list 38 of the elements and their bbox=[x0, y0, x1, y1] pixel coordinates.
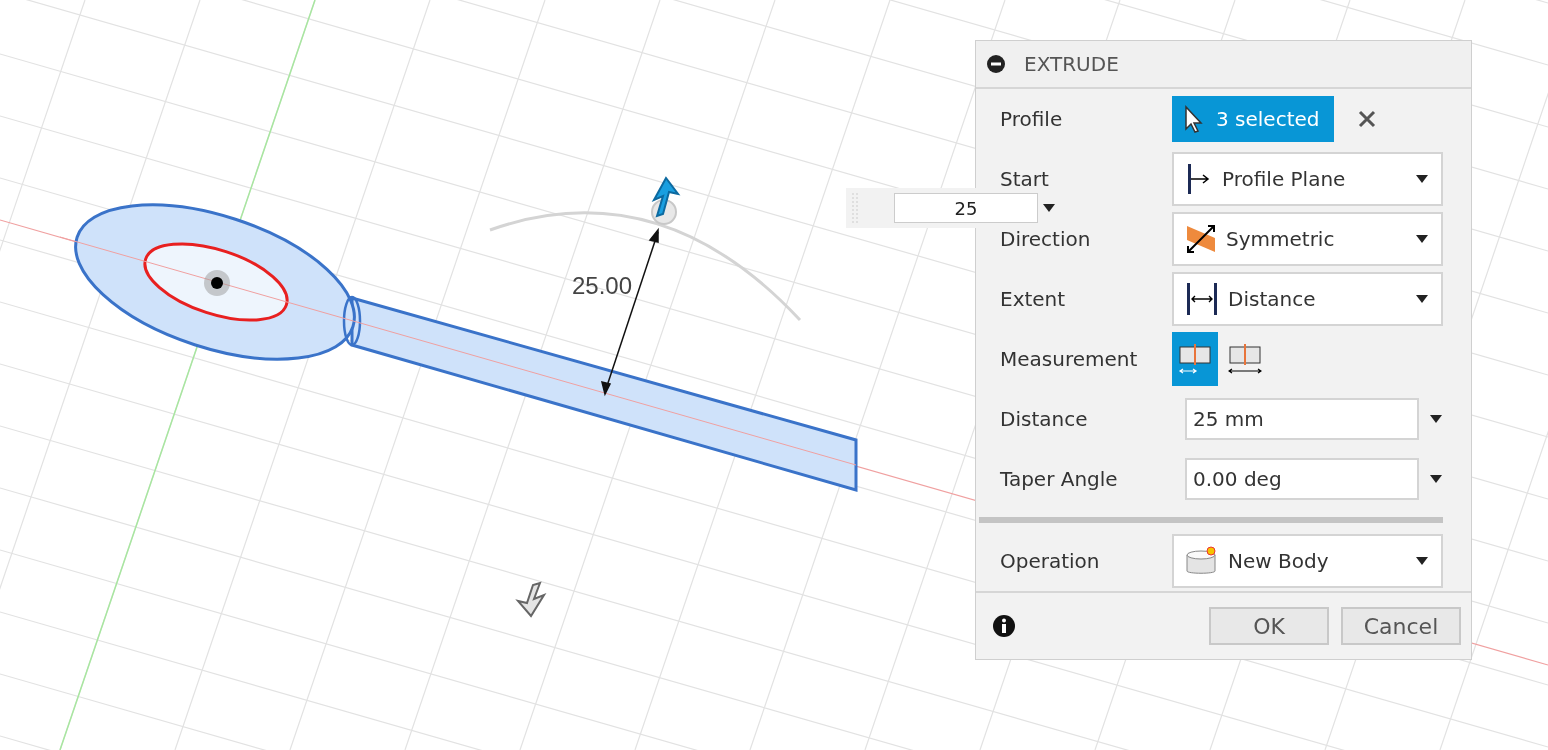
dropdown[interactable]: Distance bbox=[1172, 272, 1443, 326]
dialog-button[interactable]: Cancel bbox=[1341, 607, 1461, 645]
collapse-icon[interactable] bbox=[986, 54, 1006, 74]
field-label: Distance bbox=[999, 407, 1089, 431]
field-label: Taper Angle bbox=[999, 467, 1119, 491]
distance-icon bbox=[1186, 283, 1218, 315]
caret-icon bbox=[1429, 414, 1443, 424]
caret-icon bbox=[1415, 234, 1429, 244]
dropdown[interactable]: Symmetric bbox=[1172, 212, 1443, 266]
start-plane-icon bbox=[1186, 164, 1212, 194]
field-label: Profile bbox=[999, 107, 1064, 131]
field-label: Operation bbox=[999, 549, 1101, 573]
field-label: Measurement bbox=[999, 347, 1139, 371]
cursor-icon bbox=[1184, 105, 1204, 133]
caret-icon bbox=[1415, 294, 1429, 304]
dialog-title: EXTRUDE bbox=[1024, 52, 1119, 76]
caret-icon bbox=[1415, 174, 1429, 184]
info-icon[interactable] bbox=[992, 614, 1016, 638]
arrow-handle-icon[interactable] bbox=[651, 176, 681, 225]
measurement-icon bbox=[1178, 344, 1212, 374]
field-label: Direction bbox=[999, 227, 1092, 251]
input-field[interactable]: 0.00 deg bbox=[1185, 458, 1419, 500]
dimension-label: 25.00 bbox=[572, 272, 633, 300]
input-field[interactable]: 25 mm bbox=[1185, 398, 1419, 440]
input-field[interactable]: 25 bbox=[894, 193, 1038, 223]
cylinder-icon bbox=[1186, 545, 1218, 577]
caret-icon bbox=[1429, 474, 1443, 484]
dropdown[interactable]: New Body bbox=[1172, 534, 1443, 588]
measurement-toggle[interactable] bbox=[1172, 332, 1218, 386]
caret-icon bbox=[1415, 556, 1429, 566]
field-label: Extent bbox=[999, 287, 1067, 311]
dropdown[interactable]: Profile Plane bbox=[1172, 152, 1443, 206]
measurement-icon bbox=[1228, 344, 1262, 374]
dialog-button[interactable]: OK bbox=[1209, 607, 1329, 645]
symmetric-icon bbox=[1186, 224, 1216, 254]
field-label: Start bbox=[999, 167, 1050, 191]
caret-icon bbox=[1042, 203, 1056, 213]
arrow-handle-icon[interactable] bbox=[515, 581, 547, 618]
